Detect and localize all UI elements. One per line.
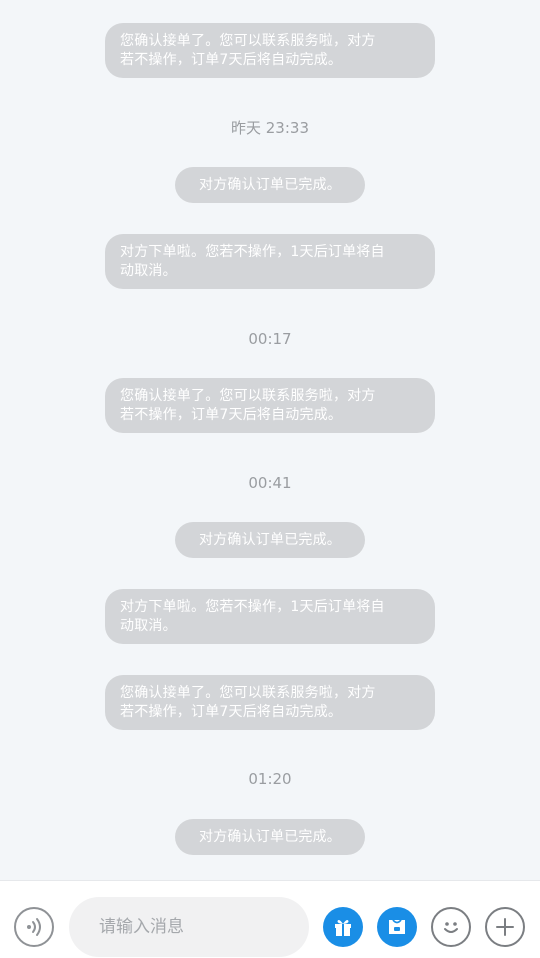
timestamp-row: 00:41 [0, 473, 540, 493]
emoji-icon [444, 922, 458, 933]
message-line: 动取消。 [120, 263, 177, 279]
system-message-bubble: 对方确认订单已完成。 [175, 819, 365, 855]
message-line: 若不操作，订单7天后将自动完成。 [120, 52, 343, 68]
system-message-bubble: 对方确认订单已完成。 [175, 522, 365, 558]
system-message-bubble: 您确认接单了。您可以联系服务啦，对方 若不操作，订单7天后将自动完成。 [105, 675, 435, 730]
system-message-row: 您确认接单了。您可以联系服务啦，对方 若不操作，订单7天后将自动完成。 [0, 378, 540, 433]
coupon-button[interactable] [377, 907, 417, 947]
timestamp: 01:20 [248, 770, 292, 788]
timestamp: 00:17 [248, 330, 292, 348]
message-line: 对方下单啦。您若不操作，1天后订单将自 [120, 599, 385, 615]
message-line: 您确认接单了。您可以联系服务啦，对方 [120, 685, 376, 701]
plus-icon [496, 918, 514, 936]
message-line: 对方下单啦。您若不操作，1天后订单将自 [120, 244, 385, 260]
system-message-row: 对方下单啦。您若不操作，1天后订单将自 动取消。 [0, 589, 540, 644]
emoji-button[interactable] [431, 907, 471, 947]
more-button[interactable] [485, 907, 525, 947]
system-message-row: 对方确认订单已完成。 [0, 819, 540, 855]
gift-icon [335, 920, 351, 936]
message-line: 若不操作，订单7天后将自动完成。 [120, 704, 343, 720]
message-line: 若不操作，订单7天后将自动完成。 [120, 407, 343, 423]
timestamp-row: 00:17 [0, 329, 540, 349]
system-message-row: 您确认接单了。您可以联系服务啦，对方 若不操作，订单7天后将自动完成。 [0, 675, 540, 730]
system-message-row: 对方确认订单已完成。 [0, 522, 540, 558]
chat-area[interactable]: 您确认接单了。您可以联系服务啦，对方 若不操作，订单7天后将自动完成。 昨天 2… [0, 0, 540, 880]
message-line: 您确认接单了。您可以联系服务啦，对方 [120, 33, 376, 49]
timestamp-row: 01:20 [0, 769, 540, 789]
input-toolbar [0, 880, 540, 958]
system-message-row: 对方下单啦。您若不操作，1天后订单将自 动取消。 [0, 234, 540, 289]
message-line: 动取消。 [120, 618, 177, 634]
system-message-bubble: 您确认接单了。您可以联系服务啦，对方 若不操作，订单7天后将自动完成。 [105, 23, 435, 78]
message-input[interactable] [69, 897, 309, 957]
message-line: 您确认接单了。您可以联系服务啦，对方 [120, 388, 376, 404]
coupon-icon [389, 919, 405, 934]
voice-button[interactable] [14, 907, 54, 947]
timestamp-row: 昨天 23:33 [0, 118, 540, 138]
timestamp: 昨天 23:33 [231, 119, 309, 137]
gift-button[interactable] [323, 907, 363, 947]
system-message-bubble: 您确认接单了。您可以联系服务啦，对方 若不操作，订单7天后将自动完成。 [105, 378, 435, 433]
system-message-bubble: 对方下单啦。您若不操作，1天后订单将自 动取消。 [105, 234, 435, 289]
timestamp: 00:41 [248, 474, 292, 492]
system-message-bubble: 对方确认订单已完成。 [175, 167, 365, 203]
voice-icon [27, 918, 41, 936]
system-message-row: 您确认接单了。您可以联系服务啦，对方 若不操作，订单7天后将自动完成。 [0, 23, 540, 78]
system-message-bubble: 对方下单啦。您若不操作，1天后订单将自 动取消。 [105, 589, 435, 644]
system-message-row: 对方确认订单已完成。 [0, 167, 540, 203]
